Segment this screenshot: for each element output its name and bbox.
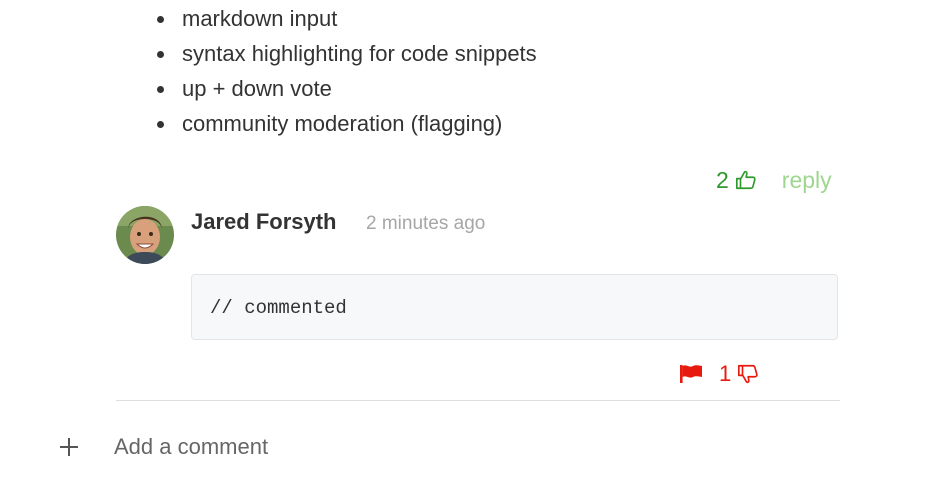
comment-author[interactable]: Jared Forsyth <box>191 208 337 236</box>
thumbs-up-icon[interactable] <box>735 169 757 191</box>
avatar <box>116 206 174 264</box>
thumbs-down-icon[interactable] <box>737 363 759 385</box>
parent-comment-actions: 2 reply <box>716 166 832 194</box>
upvote-count: 2 <box>716 167 729 193</box>
comments-thread: markdown input syntax highlighting for c… <box>0 0 935 485</box>
code-text: // commented <box>210 297 347 319</box>
bullet-icon <box>157 86 164 93</box>
bullet-icon <box>157 51 164 58</box>
add-comment-button[interactable]: Add a comment <box>58 432 268 462</box>
flag-icon[interactable] <box>679 364 703 384</box>
list-item-text: syntax highlighting for code snippets <box>182 41 537 66</box>
list-item-text: community moderation (flagging) <box>182 111 503 136</box>
comment-actions: 1 <box>679 360 759 388</box>
comment-timestamp: 2 minutes ago <box>366 213 486 234</box>
reply-link[interactable]: reply <box>782 166 832 194</box>
plus-icon <box>58 436 80 458</box>
add-comment-label: Add a comment <box>114 434 269 459</box>
divider <box>116 400 840 401</box>
bullet-icon <box>157 121 164 128</box>
list-item-text: markdown input <box>182 6 338 31</box>
downvote-count: 1 <box>719 361 732 386</box>
bullet-icon <box>157 16 164 23</box>
code-block: // commented <box>191 274 838 340</box>
list-item-text: up + down vote <box>182 76 332 101</box>
